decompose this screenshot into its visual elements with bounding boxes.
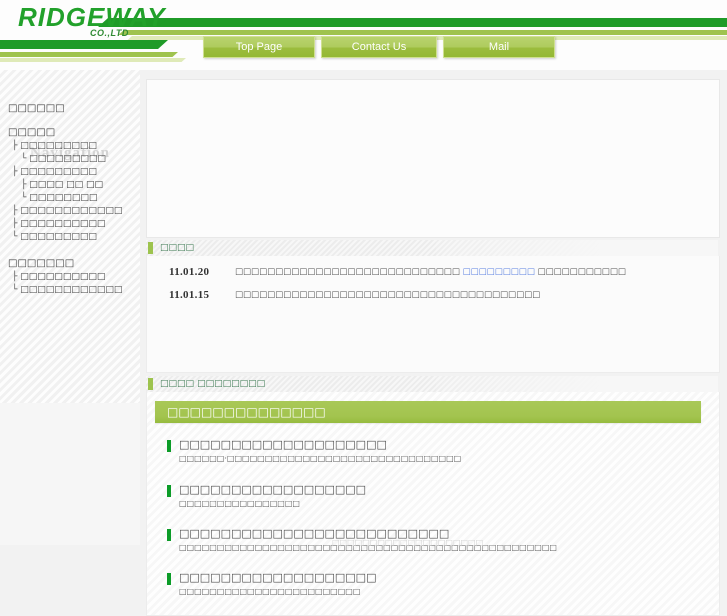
products-header-accent-bar: [148, 378, 153, 390]
product-item-0-title[interactable]: □□□□□□□□□□□□□□□□□□□□: [179, 437, 387, 452]
nav-button-top-page[interactable]: Top Page: [203, 36, 315, 58]
products-section-title: □□□□ □□□□□□□□: [160, 379, 266, 389]
tree-branch-icon: ├: [21, 180, 27, 190]
sidebar-item-1-0-label: □□□□□□□□□: [20, 141, 97, 151]
products-section-header: □□□□ □□□□□□□□: [146, 376, 718, 392]
sidebar-item-1-2-label: □□□□□□□□□: [20, 167, 97, 177]
news-section-title: □□□□: [160, 243, 195, 253]
news-header-accent-bar: [148, 242, 153, 254]
product-item-0-desc: □□□□□□·□□□□□□□□□□□□□□□□□□□□□□□□□□□□□□□: [179, 454, 462, 463]
nav-button-mail[interactable]: Mail: [443, 36, 555, 58]
sidebar-group-0: □□□□□□: [8, 102, 65, 116]
banner-stripe-pale-left: [0, 58, 136, 62]
banner-stripe-mid-right: [172, 30, 727, 35]
sidebar-item-1-7[interactable]: └ □□□□□□□□□: [8, 231, 122, 244]
sidebar: Navigation □□□□□□ □□□□□ ├ □□□□□□□□□ └ □□…: [0, 70, 140, 545]
tree-branch-icon: ├: [12, 141, 18, 151]
news-text-0-pre: □□□□□□□□□□□□□□□□□□□□□□□□□□□□: [235, 267, 460, 277]
news-header-gradient: [436, 240, 718, 256]
tree-end-icon: └: [12, 232, 18, 242]
banner-stripe-pale-left-diagonal: [123, 58, 186, 62]
sidebar-group-0-heading[interactable]: □□□□□□: [8, 102, 65, 116]
news-list: 11.01.20 □□□□□□□□□□□□□□□□□□□□□□□□□□□□ □□…: [146, 256, 720, 492]
products-banner-label: □□□□□□□□□□□□□□: [167, 405, 326, 419]
nav-button-contact-us[interactable]: Contact Us: [321, 36, 437, 58]
banner-stripe-dark-right: [158, 18, 727, 27]
sidebar-group-1-heading[interactable]: □□□□□: [8, 126, 122, 140]
products-header-gradient: [436, 376, 718, 392]
site-header: RIDGEWAY CO.,LTD Top Page Contact Us Mai…: [0, 0, 727, 70]
sidebar-item-1-6-label: □□□□□□□□□□: [20, 219, 106, 229]
bullet-bar-icon: [167, 485, 171, 497]
product-item-1-desc: □□□□□□□□□□□□□□□□: [179, 499, 300, 508]
sidebar-lower-fill: [0, 403, 140, 545]
sidebar-item-1-1-label: □□□□□□□□□: [29, 154, 106, 164]
main-content: □□□□ 11.01.20 □□□□□□□□□□□□□□□□□□□□□□□□□□…: [140, 70, 727, 616]
sidebar-item-1-3[interactable]: ├ □□□□ □□ □□: [8, 179, 122, 192]
sidebar-group-1: □□□□□ ├ □□□□□□□□□ └ □□□□□□□□□ ├ □□□□□□□□…: [8, 126, 122, 244]
sidebar-item-1-0[interactable]: ├ □□□□□□□□□: [8, 140, 122, 153]
products-panel: □□□□□□□□□□□□□□ □□□□□□□□□□□□□□□□□□□□ □□□□…: [146, 392, 720, 616]
news-text-0: □□□□□□□□□□□□□□□□□□□□□□□□□□□□ □□□□□□□□□ □…: [235, 267, 675, 277]
sidebar-item-1-2[interactable]: ├ □□□□□□□□□: [8, 166, 122, 179]
sidebar-item-2-0-label: □□□□□□□□□□: [20, 272, 106, 282]
news-row-0[interactable]: 11.01.20 □□□□□□□□□□□□□□□□□□□□□□□□□□□□ □□…: [147, 262, 687, 285]
sidebar-item-1-6[interactable]: ├ □□□□□□□□□□: [8, 218, 122, 231]
news-text-0-post: □□□□□□□□□□□: [537, 267, 626, 277]
tree-end-icon: └: [12, 285, 18, 295]
tree-branch-icon: ├: [12, 206, 18, 216]
news-date-0: 11.01.20: [169, 266, 210, 278]
product-item-1-title[interactable]: □□□□□□□□□□□□□□□□□□: [179, 482, 366, 497]
sidebar-item-2-1[interactable]: └ □□□□□□□□□□□□: [8, 284, 122, 297]
news-date-1: 11.01.15: [169, 289, 210, 301]
tree-branch-icon: ├: [12, 272, 18, 282]
tree-end-icon: └: [21, 154, 27, 164]
sidebar-item-1-7-label: □□□□□□□□□: [20, 232, 97, 242]
bullet-bar-icon: [167, 529, 171, 541]
top-navigation-bar: Top Page Contact Us Mail: [0, 36, 727, 58]
sidebar-group-2-heading[interactable]: □□□□□□□: [8, 257, 122, 271]
bullet-bar-icon: [167, 573, 171, 585]
sidebar-item-1-5-label: □□□□□□□□□□□□: [20, 206, 123, 216]
sidebar-item-2-0[interactable]: ├ □□□□□□□□□□: [8, 271, 122, 284]
company-logo[interactable]: RIDGEWAY: [18, 4, 166, 30]
product-item-3-title[interactable]: □□□□□□□□□□□□□□□□□□□: [179, 570, 376, 585]
news-link-0[interactable]: □□□□□□□□□: [462, 267, 535, 277]
news-row-1[interactable]: 11.01.15 □□□□□□□□□□□□□□□□□□□□□□□□□□□□□□□…: [147, 285, 687, 308]
sidebar-group-2: □□□□□□□ ├ □□□□□□□□□□ └ □□□□□□□□□□□□: [8, 257, 122, 297]
sidebar-item-1-4-label: □□□□□□□□: [29, 193, 98, 203]
tree-end-icon: └: [21, 193, 27, 203]
tree-branch-icon: ├: [12, 167, 18, 177]
tree-branch-icon: ├: [12, 219, 18, 229]
sidebar-item-1-5[interactable]: ├ □□□□□□□□□□□□: [8, 205, 122, 218]
bullet-bar-icon: [167, 440, 171, 452]
products-banner: □□□□□□□□□□□□□□: [155, 401, 701, 423]
footer-clipped-text: □□□□□□□□□□□□□□□□□□□□: [332, 538, 484, 547]
news-section-header: □□□□: [146, 240, 718, 256]
sidebar-item-1-3-label: □□□□ □□ □□: [29, 180, 104, 190]
sidebar-item-2-1-label: □□□□□□□□□□□□: [20, 285, 123, 295]
sidebar-item-1-4[interactable]: └ □□□□□□□□: [8, 192, 122, 205]
hero-banner-area: [146, 79, 720, 238]
sidebar-item-1-1[interactable]: └ □□□□□□□□□: [8, 153, 122, 166]
product-item-3-desc: □□□□□□□□□□□□□□□□□□□□□□□□: [179, 587, 361, 596]
news-text-1: □□□□□□□□□□□□□□□□□□□□□□□□□□□□□□□□□□□□□□: [235, 290, 541, 300]
